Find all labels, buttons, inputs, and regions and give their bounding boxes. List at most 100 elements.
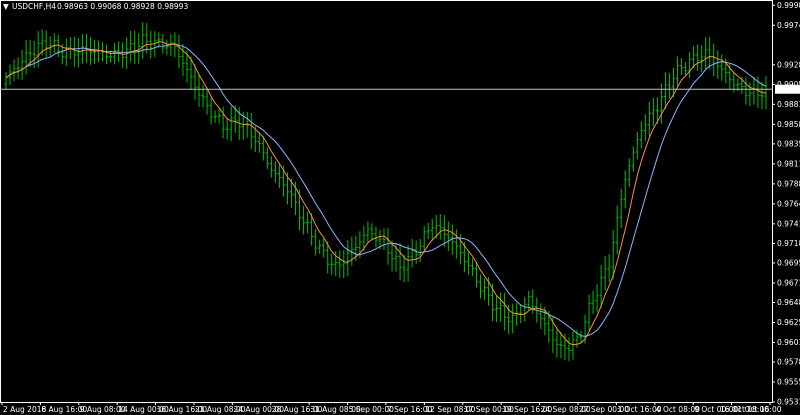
price-bar xyxy=(213,110,217,123)
price-bars xyxy=(4,22,768,362)
time-axis[interactable]: 2 Aug 20186 Aug 16:009 Aug 08:0014 Aug 0… xyxy=(1,402,782,414)
price-tick-label: 0.96015 xyxy=(777,338,800,347)
price-bar xyxy=(269,156,273,178)
price-bar xyxy=(676,56,680,88)
chart-frame xyxy=(0,0,773,403)
price-tick: 0.98350 xyxy=(772,140,800,149)
time-tick-label: 16 Oct 08:00 xyxy=(720,405,769,414)
price-bar xyxy=(306,211,310,234)
price-bar xyxy=(418,238,422,263)
price-bar xyxy=(607,253,611,283)
price-bar xyxy=(149,31,153,59)
price-tick-label: 0.96715 xyxy=(777,279,800,288)
price-bar xyxy=(474,262,478,288)
price-bar xyxy=(579,330,583,343)
price-bar xyxy=(48,36,52,57)
price-axis[interactable]: 0.999800.997450.992800.990500.988150.985… xyxy=(772,1,800,407)
price-tick-label: 0.95550 xyxy=(777,378,800,387)
price-bar xyxy=(446,221,450,251)
price-bar xyxy=(209,98,213,125)
price-bar xyxy=(225,118,229,140)
price-bar xyxy=(129,31,133,62)
price-bar xyxy=(249,113,253,149)
time-tick: 16 Oct 08:00 xyxy=(720,402,771,414)
price-bar xyxy=(680,58,684,76)
price-bar xyxy=(760,82,764,110)
price-tick-label: 0.98350 xyxy=(777,140,800,149)
price-bar xyxy=(627,158,631,188)
price-bar xyxy=(651,97,655,126)
price-bar xyxy=(24,40,28,75)
price-tick: 0.99980 xyxy=(772,1,800,10)
price-bar xyxy=(700,45,704,73)
current-price-label: 0.98993 xyxy=(777,85,800,94)
price-tick-label: 0.99745 xyxy=(777,21,800,30)
price-bar xyxy=(619,188,623,228)
price-tick-label: 0.96950 xyxy=(777,259,800,268)
price-tick-label: 0.97645 xyxy=(777,200,800,209)
price-tick: 0.97880 xyxy=(772,180,800,189)
price-bar xyxy=(430,218,434,240)
price-bar xyxy=(217,108,221,124)
price-bar xyxy=(4,71,8,90)
price-tick: 0.96950 xyxy=(772,259,800,268)
price-bar xyxy=(382,228,386,251)
price-bar xyxy=(591,290,595,315)
price-bar xyxy=(410,238,414,268)
price-bar xyxy=(744,77,748,105)
price-tick: 0.95785 xyxy=(772,358,800,367)
price-bar xyxy=(523,296,527,322)
price-bar xyxy=(229,106,233,142)
price-bar xyxy=(503,292,507,331)
time-tick-label: 2 Aug 2018 xyxy=(3,405,46,414)
current-price-tag: 0.98993 xyxy=(775,84,800,94)
price-bar xyxy=(314,229,318,256)
price-bar xyxy=(64,38,68,67)
price-bar xyxy=(539,303,543,330)
price-bar xyxy=(386,227,390,265)
price-bar xyxy=(716,50,720,79)
price-bar xyxy=(696,44,700,71)
price-tick-label: 0.97180 xyxy=(777,239,800,248)
price-bar xyxy=(720,54,724,81)
price-bar xyxy=(708,36,712,70)
price-bar xyxy=(197,75,201,108)
price-bar xyxy=(567,337,571,362)
price-tick-label: 0.99980 xyxy=(777,1,800,10)
price-tick: 0.97180 xyxy=(772,239,800,248)
price-bar xyxy=(483,278,487,301)
price-bar xyxy=(76,38,80,68)
price-tick-label: 0.98815 xyxy=(777,100,800,109)
price-bar xyxy=(366,221,370,243)
price-bar xyxy=(16,57,20,80)
price-tick-label: 0.97880 xyxy=(777,180,800,189)
price-bar xyxy=(438,213,442,240)
price-tick: 0.99745 xyxy=(772,21,800,30)
price-bar xyxy=(121,42,125,69)
price-tick-label: 0.98580 xyxy=(777,120,800,129)
price-bar xyxy=(519,304,523,324)
price-tick: 0.95550 xyxy=(772,378,800,387)
price-tick-label: 0.99280 xyxy=(777,60,800,69)
price-bar xyxy=(277,163,281,189)
price-tick: 0.98580 xyxy=(772,120,800,129)
price-bar xyxy=(72,36,76,67)
price-bar xyxy=(12,59,16,82)
chart-window[interactable]: 0.999800.997450.992800.990500.988150.985… xyxy=(0,0,800,415)
price-bar xyxy=(663,72,667,110)
price-bar xyxy=(531,289,535,314)
moving-average-fast xyxy=(5,41,767,346)
price-bar xyxy=(667,73,671,99)
price-bar xyxy=(342,250,346,279)
price-bar xyxy=(265,147,269,170)
price-bar xyxy=(631,146,635,172)
price-tick-label: 0.95785 xyxy=(777,358,800,367)
price-bar xyxy=(712,43,716,77)
price-bar xyxy=(422,226,426,252)
price-tick: 0.97645 xyxy=(772,200,800,209)
price-chart[interactable]: 0.999800.997450.992800.990500.988150.985… xyxy=(0,0,800,415)
ohlc-label: 0.98963 0.99068 0.98928 0.98993 xyxy=(57,2,188,11)
price-bar xyxy=(454,229,458,259)
price-bar xyxy=(338,250,342,278)
price-bar xyxy=(555,326,559,358)
